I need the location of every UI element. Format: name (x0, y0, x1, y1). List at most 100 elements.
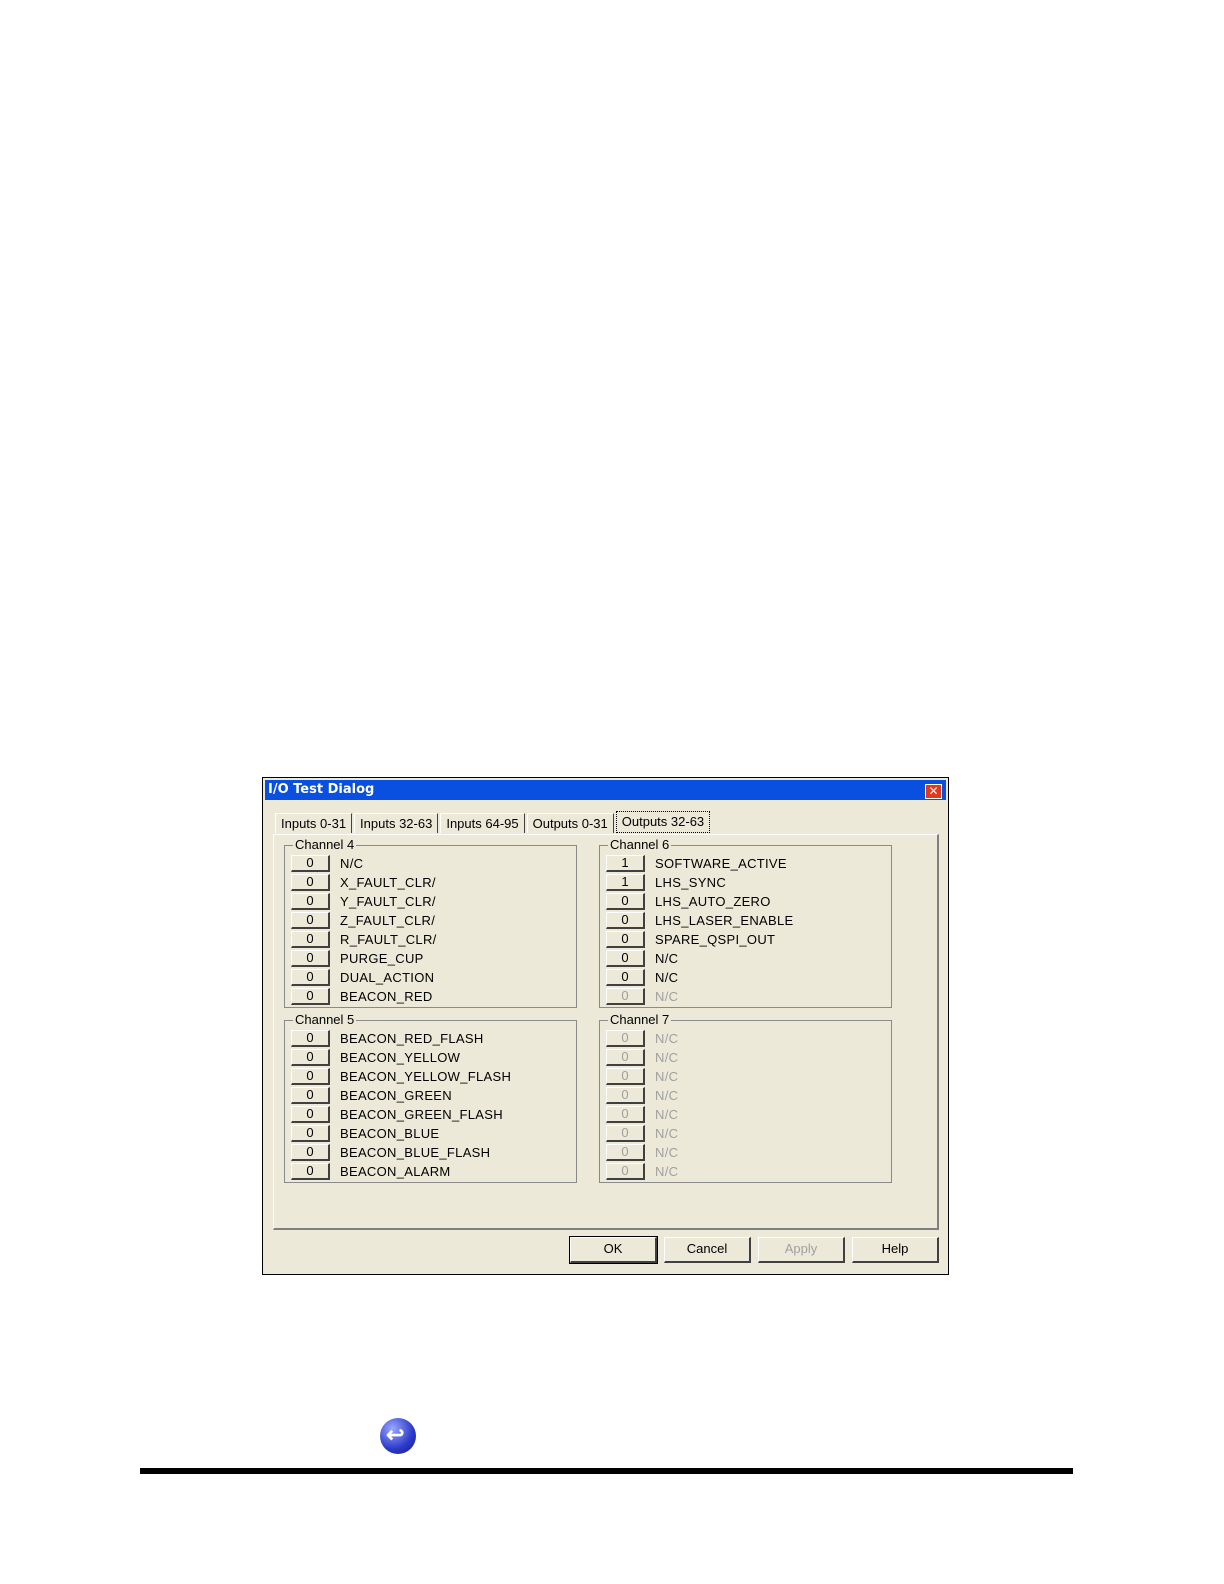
signal-label: N/C (655, 1050, 679, 1065)
bit-toggle-button[interactable]: 0 (291, 1049, 330, 1066)
tab-inputs-0-31[interactable]: Inputs 0-31 (275, 813, 353, 833)
signal-label: N/C (340, 856, 364, 871)
signal-label: N/C (655, 1145, 679, 1160)
bit-toggle-button[interactable]: 0 (291, 931, 330, 948)
signal-label: R_FAULT_CLR/ (340, 932, 437, 947)
signal-label: BEACON_GREEN_FLASH (340, 1107, 503, 1122)
io-bit-row: 0 N/C (606, 1143, 678, 1162)
signal-label: BEACON_RED (340, 989, 433, 1004)
cancel-button[interactable]: Cancel (664, 1237, 751, 1263)
bit-toggle-button[interactable]: 0 (606, 950, 645, 967)
bit-toggle-button[interactable]: 0 (291, 1030, 330, 1047)
io-bit-row: 0 PURGE_CUP (291, 949, 424, 968)
bit-toggle-button[interactable]: 0 (291, 988, 330, 1005)
tab-inputs-32-63[interactable]: Inputs 32-63 (354, 813, 439, 833)
signal-label: N/C (655, 1126, 679, 1141)
io-bit-row: 0 BEACON_RED (291, 987, 433, 1006)
io-bit-row: 1 SOFTWARE_ACTIVE (606, 854, 787, 873)
bit-toggle-button[interactable]: 0 (606, 893, 645, 910)
bit-toggle-button[interactable]: 0 (606, 969, 645, 986)
signal-label: BEACON_RED_FLASH (340, 1031, 484, 1046)
io-bit-row: 0 BEACON_ALARM (291, 1162, 451, 1181)
io-bit-row: 0 R_FAULT_CLR/ (291, 930, 437, 949)
signal-label: X_FAULT_CLR/ (340, 875, 436, 890)
bit-toggle-button[interactable]: 1 (606, 874, 645, 891)
bit-toggle-button: 0 (606, 988, 645, 1005)
bit-toggle-button[interactable]: 1 (606, 855, 645, 872)
bit-toggle-button: 0 (606, 1030, 645, 1047)
signal-label: N/C (655, 970, 679, 985)
signal-label: LHS_AUTO_ZERO (655, 894, 771, 909)
io-bit-row: 0 N/C (606, 1086, 678, 1105)
io-bit-row: 0 LHS_LASER_ENABLE (606, 911, 793, 930)
signal-label: N/C (655, 1069, 679, 1084)
io-bit-row: 0 BEACON_RED_FLASH (291, 1029, 484, 1048)
signal-label: LHS_SYNC (655, 875, 727, 890)
bit-toggle-button: 0 (606, 1049, 645, 1066)
bit-toggle-button[interactable]: 0 (606, 912, 645, 929)
io-bit-row: 0 BEACON_GREEN_FLASH (291, 1105, 503, 1124)
signal-label: N/C (655, 1088, 679, 1103)
help-button[interactable]: Help (852, 1237, 939, 1263)
tab-outputs-0-31[interactable]: Outputs 0-31 (526, 813, 614, 833)
io-bit-row: 0 N/C (606, 1067, 678, 1086)
bit-toggle-button[interactable]: 0 (291, 950, 330, 967)
io-bit-row: 0 N/C (606, 949, 678, 968)
bit-toggle-button[interactable]: 0 (606, 931, 645, 948)
group-title: Channel 7 (608, 1012, 672, 1027)
io-bit-row: 0 N/C (606, 1162, 678, 1181)
channel-4-group: Channel 4 0 N/C 0 X_FAULT_CLR/0 Y_FAULT_CLR/… (284, 837, 577, 1008)
io-bit-row: 0 N/C (606, 987, 678, 1006)
bit-toggle-button[interactable]: 0 (291, 874, 330, 891)
signal-label: Z_FAULT_CLR/ (340, 913, 436, 928)
bit-toggle-button[interactable]: 0 (291, 855, 330, 872)
back-arrow-icon[interactable]: ↩ (380, 1418, 416, 1454)
tab-inputs-64-95[interactable]: Inputs 64-95 (440, 813, 525, 833)
channel-5-group: Channel 5 0 BEACON_RED_FLASH 0 BEACON_YELLO… (284, 1012, 577, 1183)
signal-label: N/C (655, 1031, 679, 1046)
ok-button[interactable]: OK (569, 1236, 658, 1264)
io-bit-row: 0 BEACON_BLUE (291, 1124, 439, 1143)
io-bit-row: 0 BEACON_BLUE_FLASH (291, 1143, 490, 1162)
signal-label: BEACON_BLUE_FLASH (340, 1145, 491, 1160)
signal-label: LHS_LASER_ENABLE (655, 913, 794, 928)
io-bit-row: 0 SPARE_QSPI_OUT (606, 930, 775, 949)
io-bit-row: 0 BEACON_GREEN (291, 1086, 452, 1105)
io-bit-row: 0 N/C (291, 854, 363, 873)
tab-outputs-32-63[interactable]: Outputs 32-63 (615, 811, 711, 833)
bit-toggle-button[interactable]: 0 (291, 1106, 330, 1123)
signal-label: BEACON_GREEN (340, 1088, 452, 1103)
bit-toggle-button: 0 (606, 1125, 645, 1142)
close-icon[interactable]: ✕ (925, 784, 942, 799)
bit-toggle-button[interactable]: 0 (291, 1144, 330, 1161)
io-bit-row: 0 N/C (606, 1029, 678, 1048)
bit-toggle-button: 0 (606, 1163, 645, 1180)
apply-button[interactable]: Apply (758, 1237, 845, 1263)
bit-toggle-button[interactable]: 0 (291, 1125, 330, 1142)
io-bit-row: 0 N/C (606, 1124, 678, 1143)
io-bit-row: 0 X_FAULT_CLR/ (291, 873, 436, 892)
bit-toggle-button[interactable]: 0 (291, 969, 330, 986)
channel-6-group: Channel 6 1 SOFTWARE_ACTIVE 1 LHS_SYNC 0 LHS_… (599, 837, 892, 1008)
bit-toggle-button[interactable]: 0 (291, 1087, 330, 1104)
bit-toggle-button[interactable]: 0 (291, 893, 330, 910)
channel-7-group: Channel 7 0 N/C 0 N/C 0 N/C 0 N/C 0 N/C 0 N/C 0 N/C 0 N… (599, 1012, 892, 1183)
signal-label: SOFTWARE_ACTIVE (655, 856, 787, 871)
signal-label: N/C (655, 951, 679, 966)
signal-label: BEACON_YELLOW_FLASH (340, 1069, 512, 1084)
signal-label: BEACON_BLUE (340, 1126, 440, 1141)
bit-toggle-button[interactable]: 0 (291, 1163, 330, 1180)
bit-toggle-button[interactable]: 0 (291, 1068, 330, 1085)
signal-label: N/C (655, 989, 679, 1004)
io-bit-row: 0 LHS_AUTO_ZERO (606, 892, 771, 911)
io-test-dialog: I/O Test Dialog ✕ Inputs 0-31 Inputs 32-… (262, 777, 949, 1275)
tab-panel: Channel 4 0 N/C 0 X_FAULT_CLR/0 Y_FAULT_CLR/… (273, 834, 939, 1230)
io-bit-row: 0 N/C (606, 1105, 678, 1124)
dialog-titlebar: I/O Test Dialog ✕ (265, 780, 946, 800)
signal-label: PURGE_CUP (340, 951, 424, 966)
io-bit-row: 0 Z_FAULT_CLR/ (291, 911, 435, 930)
io-bit-row: 0 BEACON_YELLOW (291, 1048, 460, 1067)
signal-label: SPARE_QSPI_OUT (655, 932, 776, 947)
signal-label: BEACON_ALARM (340, 1164, 451, 1179)
bit-toggle-button[interactable]: 0 (291, 912, 330, 929)
